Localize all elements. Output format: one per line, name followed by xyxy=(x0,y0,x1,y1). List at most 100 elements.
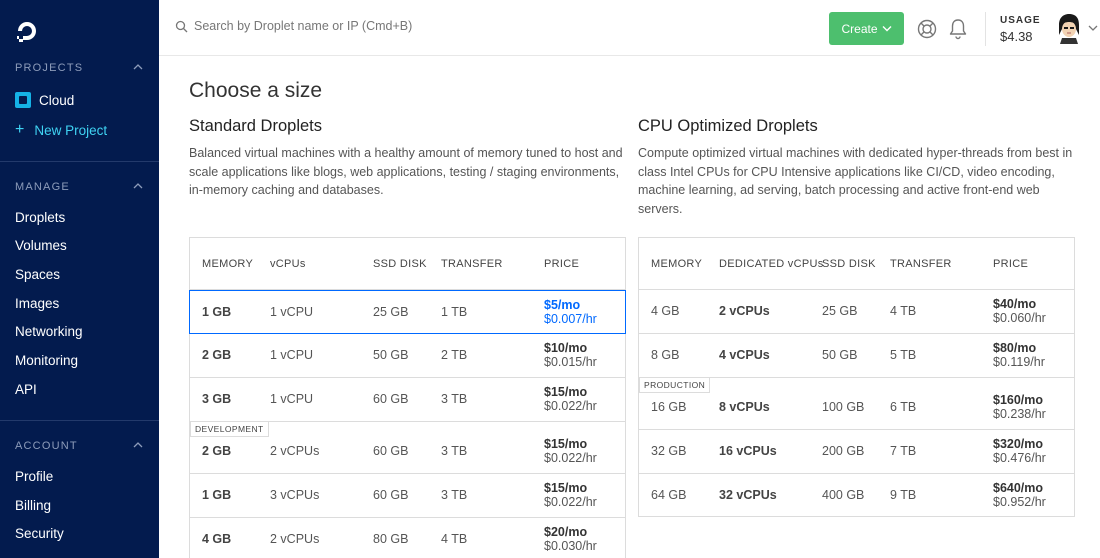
sidebar-item-api[interactable]: API xyxy=(15,382,37,397)
topbar-separator xyxy=(985,12,986,46)
price-cell: $15/mo $0.022/hr xyxy=(544,481,597,509)
digitalocean-logo-icon[interactable] xyxy=(14,18,40,44)
transfer-cell: 2 TB xyxy=(441,348,468,362)
column-header-vcpus: vCPUs xyxy=(270,258,306,270)
table-row[interactable]: PRODUCTION 16 GB 8 vCPUs 100 GB 6 TB $16… xyxy=(639,377,1074,430)
memory-cell: 1 GB xyxy=(202,488,232,502)
sidebar-item-spaces[interactable]: Spaces xyxy=(15,267,60,282)
transfer-cell: 5 TB xyxy=(890,348,917,362)
column-header-transfer: TRANSFER xyxy=(441,258,503,270)
sidebar-item-images[interactable]: Images xyxy=(15,296,59,311)
usage-label: USAGE xyxy=(1000,15,1041,26)
column-header-memory: MEMORY xyxy=(651,258,703,270)
price-cell: $80/mo $0.119/hr xyxy=(993,341,1045,369)
price-cell: $320/mo $0.476/hr xyxy=(993,437,1046,465)
price-hourly: $0.007/hr xyxy=(544,312,597,326)
sidebar-item-security[interactable]: Security xyxy=(15,526,64,541)
price-hourly: $0.015/hr xyxy=(544,355,597,369)
disk-cell: 25 GB xyxy=(373,305,409,319)
disk-cell: 60 GB xyxy=(373,488,409,502)
avatar[interactable] xyxy=(1056,13,1082,44)
table-row[interactable]: 1 GB 3 vCPUs 60 GB 3 TB $15/mo $0.022/hr xyxy=(190,474,625,518)
price-cell: $10/mo $0.015/hr xyxy=(544,341,597,369)
table-row[interactable]: 2 GB 1 vCPU 50 GB 2 TB $10/mo $0.015/hr xyxy=(190,334,625,378)
disk-cell: 400 GB xyxy=(822,488,865,502)
price-monthly: $640/mo xyxy=(993,481,1044,495)
table-row[interactable]: 32 GB 16 vCPUs 200 GB 7 TB $320/mo $0.47… xyxy=(639,430,1074,474)
sidebar-item-monitoring[interactable]: Monitoring xyxy=(15,353,78,368)
standard-droplets-title: Standard Droplets xyxy=(189,117,322,135)
table-header: MEMORY vCPUs SSD DISK TRANSFER PRICE xyxy=(190,238,625,290)
transfer-cell: 7 TB xyxy=(890,444,917,458)
price-monthly: $160/mo xyxy=(993,393,1044,407)
transfer-cell: 1 TB xyxy=(441,305,468,319)
vcpus-cell: 32 vCPUs xyxy=(719,488,777,502)
table-row[interactable]: 64 GB 32 vCPUs 400 GB 9 TB $640/mo $0.95… xyxy=(639,474,1074,518)
chevron-up-icon[interactable] xyxy=(133,440,143,450)
sidebar-item-billing[interactable]: Billing xyxy=(15,498,51,513)
memory-cell: 3 GB xyxy=(202,392,232,406)
help-lifebuoy-icon[interactable] xyxy=(917,19,937,39)
chevron-up-icon[interactable] xyxy=(133,62,143,72)
production-badge: PRODUCTION xyxy=(639,377,711,393)
sidebar-item-cloud[interactable]: Cloud xyxy=(15,92,74,108)
sidebar-item-droplets[interactable]: Droplets xyxy=(15,210,65,225)
sidebar-item-networking[interactable]: Networking xyxy=(15,324,83,339)
price-cell: $5/mo $0.007/hr xyxy=(544,298,597,326)
column-header-price: PRICE xyxy=(993,258,1029,270)
vcpus-cell: 4 vCPUs xyxy=(719,348,770,362)
price-monthly: $15/mo xyxy=(544,385,588,399)
price-monthly: $80/mo xyxy=(993,341,1037,355)
transfer-cell: 4 TB xyxy=(441,532,468,546)
development-badge: DEVELOPMENT xyxy=(190,421,269,437)
bell-icon[interactable] xyxy=(948,18,968,40)
price-monthly: $5/mo xyxy=(544,298,581,312)
create-button[interactable]: Create xyxy=(829,12,904,45)
new-project-label: New Project xyxy=(34,122,108,138)
chevron-up-icon[interactable] xyxy=(133,181,143,191)
chevron-down-icon xyxy=(882,26,892,32)
standard-droplets-description: Balanced virtual machines with a healthy… xyxy=(189,146,623,197)
disk-cell: 80 GB xyxy=(373,532,409,546)
price-monthly: $320/mo xyxy=(993,437,1044,451)
price-hourly: $0.030/hr xyxy=(544,539,597,553)
price-cell: $15/mo $0.022/hr xyxy=(544,385,597,413)
sidebar-item-profile[interactable]: Profile xyxy=(15,469,53,484)
disk-cell: 50 GB xyxy=(822,348,858,362)
price-hourly: $0.022/hr xyxy=(544,399,597,413)
transfer-cell: 9 TB xyxy=(890,488,917,502)
search-input[interactable] xyxy=(194,19,494,33)
manage-header: MANAGE xyxy=(15,181,70,193)
vcpus-cell: 3 vCPUs xyxy=(270,488,320,502)
project-icon xyxy=(15,92,31,108)
vcpus-cell: 2 vCPUs xyxy=(270,532,320,546)
transfer-cell: 3 TB xyxy=(441,444,468,458)
price-hourly: $0.238/hr xyxy=(993,407,1046,421)
table-row[interactable]: 3 GB 1 vCPU 60 GB 3 TB $15/mo $0.022/hr xyxy=(190,378,625,422)
price-hourly: $0.476/hr xyxy=(993,451,1046,465)
table-row[interactable]: 4 GB 2 vCPUs 80 GB 4 TB $20/mo $0.030/hr xyxy=(190,518,625,558)
vcpus-cell: 2 vCPUs xyxy=(270,444,320,458)
projects-header: PROJECTS xyxy=(15,62,84,74)
column-header-dedicated-vcpus: DEDICATED vCPUs xyxy=(719,258,824,270)
new-project-link[interactable]: + New Project xyxy=(15,122,107,138)
table-row[interactable]: 4 GB 2 vCPUs 25 GB 4 TB $40/mo $0.060/hr xyxy=(639,290,1074,334)
table-row[interactable]: DEVELOPMENT 2 GB 2 vCPUs 60 GB 3 TB $15/… xyxy=(190,421,625,474)
price-monthly: $10/mo xyxy=(544,341,588,355)
vcpus-cell: 16 vCPUs xyxy=(719,444,777,458)
account-header: ACCOUNT xyxy=(15,440,78,452)
table-row[interactable]: 8 GB 4 vCPUs 50 GB 5 TB $80/mo $0.119/hr xyxy=(639,334,1074,378)
chevron-down-icon[interactable] xyxy=(1088,24,1098,32)
sidebar-item-volumes[interactable]: Volumes xyxy=(15,238,67,253)
column-header-price: PRICE xyxy=(544,258,580,270)
table-row[interactable]: 1 GB 1 vCPU 25 GB 1 TB $5/mo $0.007/hr xyxy=(189,290,626,334)
memory-cell: 2 GB xyxy=(202,348,232,362)
transfer-cell: 3 TB xyxy=(441,488,468,502)
usage-value: $4.38 xyxy=(1000,29,1033,44)
column-header-transfer: TRANSFER xyxy=(890,258,952,270)
plus-icon: + xyxy=(15,121,25,138)
price-hourly: $0.952/hr xyxy=(993,495,1046,509)
search-bar xyxy=(175,19,494,33)
page-title: Choose a size xyxy=(189,79,323,102)
sidebar-divider xyxy=(0,420,159,421)
